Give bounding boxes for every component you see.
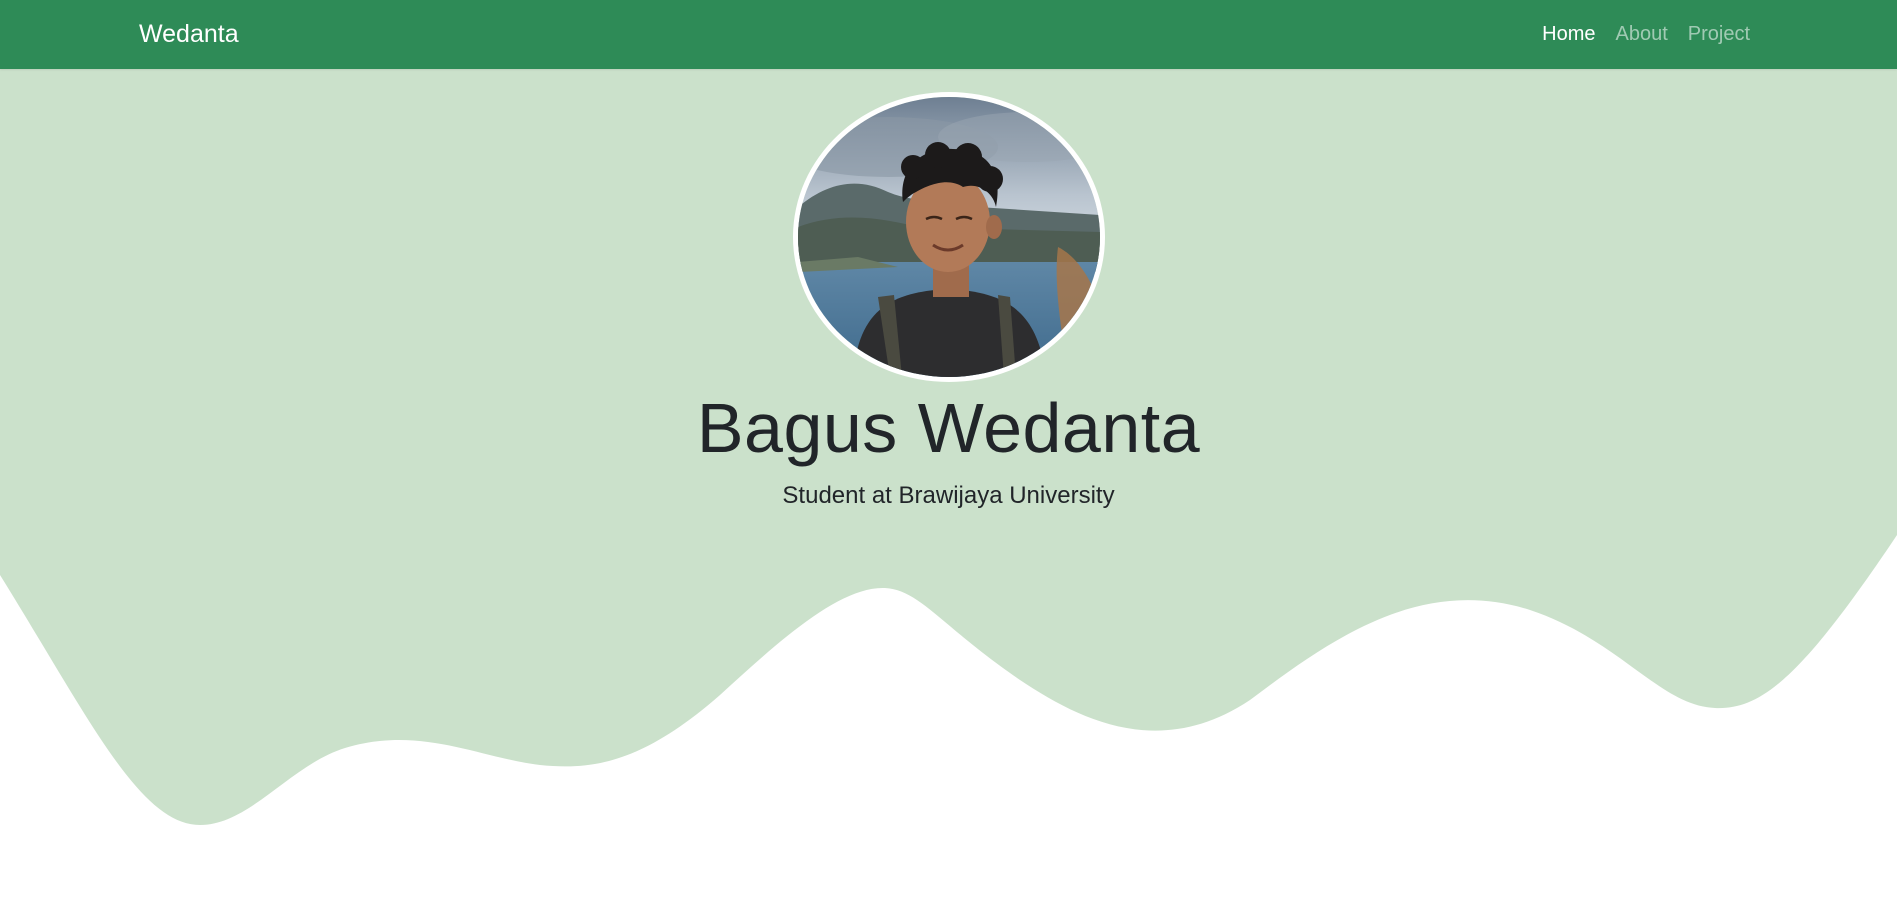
hero-tagline: Student at Brawijaya University (782, 482, 1115, 509)
avatar (793, 92, 1105, 382)
brand-link[interactable]: Wedanta (139, 0, 239, 69)
nav-link-about[interactable]: About (1615, 23, 1667, 46)
nav-link-home[interactable]: Home (1542, 23, 1595, 46)
nav-link-project[interactable]: Project (1688, 23, 1750, 46)
hero-name: Bagus Wedanta (696, 389, 1201, 467)
nav-links: Home About Project (1542, 0, 1750, 69)
page: Wedanta Home About Project Bagus Wedanta… (0, 0, 1897, 907)
profile-photo (798, 97, 1100, 377)
navbar: Wedanta Home About Project (0, 0, 1897, 69)
